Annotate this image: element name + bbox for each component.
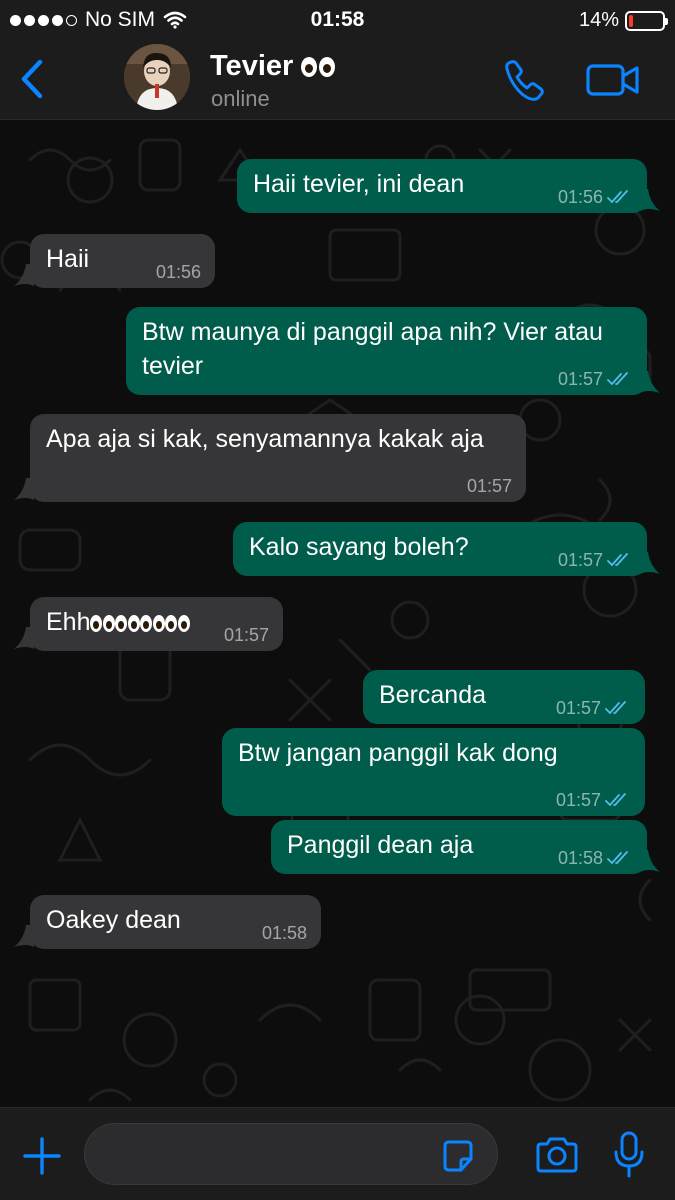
message-incoming[interactable]: Oakey dean 01:58 — [30, 895, 321, 949]
camera-icon[interactable] — [534, 1136, 580, 1174]
back-chevron-icon[interactable] — [14, 56, 50, 102]
double-check-icon — [607, 372, 628, 386]
message-text: Ehh — [46, 608, 91, 636]
message-text: Kalo sayang boleh? — [249, 533, 469, 561]
chat-header: Tevier online — [0, 40, 675, 120]
message-text: Btw maunya di panggil apa nih? Vier atau… — [142, 318, 603, 380]
message-outgoing[interactable]: Kalo sayang boleh? 01:57 — [233, 522, 647, 576]
bubble-tail — [640, 371, 660, 393]
message-text: Apa aja si kak, senyamannya kakak aja — [46, 425, 484, 453]
message-text: Btw jangan panggil kak dong — [238, 739, 558, 767]
eyes-emoji-icon — [90, 615, 116, 632]
message-time: 01:56 — [557, 187, 603, 207]
double-check-icon — [605, 793, 626, 807]
status-right: 14% — [578, 9, 668, 32]
message-time: 01:58 — [557, 848, 603, 868]
chat-area[interactable]: Haii tevier, ini dean 01:56 Haii 01:56 B… — [0, 120, 675, 1107]
contact-name[interactable]: Tevier — [210, 50, 336, 83]
bubble-tail — [640, 189, 660, 211]
video-camera-icon[interactable] — [585, 58, 641, 102]
message-time: 01:56 — [155, 262, 201, 282]
message-input[interactable] — [84, 1123, 498, 1185]
message-time: 01:57 — [557, 550, 603, 570]
bubble-tail — [14, 627, 34, 649]
bubble-tail — [14, 478, 34, 500]
message-time: 01:57 — [223, 625, 269, 645]
message-meta: 01:56 — [156, 262, 201, 282]
battery-percent: 14% — [578, 9, 619, 31]
message-incoming[interactable]: Apa aja si kak, senyamannya kakak aja 01… — [30, 414, 526, 502]
message-outgoing[interactable]: Btw maunya di panggil apa nih? Vier atau… — [126, 307, 647, 395]
message-incoming[interactable]: Haii 01:56 — [30, 234, 215, 288]
microphone-icon[interactable] — [612, 1130, 646, 1180]
message-meta: 01:57 — [558, 369, 633, 389]
phone-icon[interactable] — [500, 56, 548, 104]
message-meta: 01:56 — [558, 187, 633, 207]
double-check-icon — [607, 553, 628, 567]
eyes-emoji-icon — [115, 615, 141, 632]
sticker-icon[interactable] — [440, 1138, 476, 1174]
message-outgoing[interactable]: Btw jangan panggil kak dong 01:57 — [222, 728, 645, 816]
message-meta: 01:57 — [224, 625, 269, 645]
message-time: 01:57 — [555, 790, 601, 810]
message-outgoing[interactable]: Panggil dean aja 01:58 — [271, 820, 647, 874]
message-outgoing[interactable]: Haii tevier, ini dean 01:56 — [237, 159, 647, 213]
message-meta: 01:58 — [558, 848, 633, 868]
bubble-tail — [14, 264, 34, 286]
message-outgoing[interactable]: Bercanda 01:57 — [363, 670, 645, 724]
message-text: Haii — [46, 245, 90, 273]
message-meta: 01:57 — [556, 790, 631, 810]
message-text: Haii tevier, ini dean — [253, 170, 465, 198]
bubble-tail — [640, 552, 660, 574]
bubble-tail — [640, 850, 660, 872]
composer-bar — [0, 1107, 675, 1200]
message-meta: 01:58 — [262, 923, 307, 943]
battery-icon — [625, 10, 668, 31]
message-text: Oakey dean — [46, 906, 181, 934]
double-check-icon — [605, 701, 626, 715]
eyes-emoji-icon — [140, 615, 166, 632]
message-incoming[interactable]: Ehh 01:57 — [30, 597, 283, 651]
bubble-tail — [14, 925, 34, 947]
eyes-emoji-icon — [301, 56, 336, 77]
double-check-icon — [607, 851, 628, 865]
message-text: Bercanda — [379, 681, 487, 709]
message-time: 01:58 — [261, 923, 307, 943]
double-check-icon — [607, 190, 628, 204]
message-time: 01:57 — [555, 698, 601, 718]
clock: 01:58 — [310, 8, 365, 31]
plus-icon[interactable] — [22, 1136, 62, 1176]
eyes-emoji-icon — [165, 615, 191, 632]
message-meta: 01:57 — [558, 550, 633, 570]
message-meta: 01:57 — [556, 698, 631, 718]
avatar[interactable] — [124, 44, 190, 110]
message-text: Panggil dean aja — [287, 831, 474, 859]
message-time: 01:57 — [557, 369, 603, 389]
contact-status: online — [211, 86, 270, 111]
status-bar: No SIM 01:58 14% — [0, 0, 675, 40]
message-meta: 01:57 — [467, 476, 512, 496]
battery-level — [629, 14, 634, 27]
contact-name-text: Tevier — [210, 50, 294, 82]
message-time: 01:57 — [466, 476, 512, 496]
